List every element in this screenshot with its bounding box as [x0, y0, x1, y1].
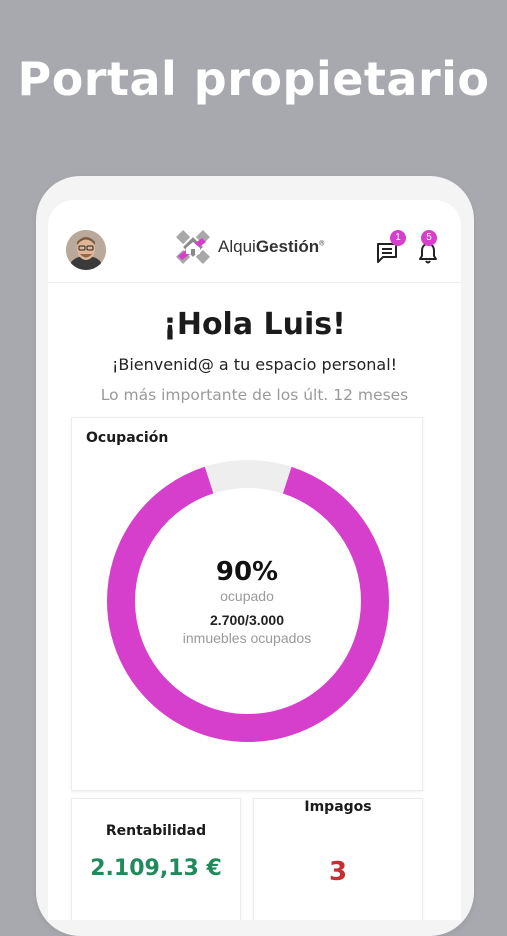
page-headline: Portal propietario — [17, 52, 490, 106]
rentabilidad-title: Rentabilidad — [105, 823, 207, 839]
app-screen: AlquiGestión® 1 5 ¡Hola Luis! ¡Bienvenid… — [48, 200, 461, 920]
occupancy-percent-label: ocupado — [220, 588, 274, 604]
logo-text-bold: Gestión — [255, 237, 320, 256]
impagos-value: 3 — [328, 857, 348, 887]
occupancy-percent: 90% — [215, 557, 279, 587]
messages-button[interactable]: 1 — [375, 230, 406, 265]
notifications-button[interactable]: 5 — [416, 230, 440, 265]
messages-badge: 1 — [390, 230, 406, 246]
phone-frame: AlquiGestión® 1 5 ¡Hola Luis! ¡Bienvenid… — [36, 176, 474, 936]
logo-text-light: Alqui — [218, 237, 256, 256]
impagos-card[interactable]: Impagos 3 — [253, 798, 423, 920]
app-logo: AlquiGestión® — [172, 226, 324, 268]
avatar[interactable] — [66, 230, 106, 270]
period-subtitle: Lo más importante de los últ. 12 meses — [100, 386, 409, 404]
impagos-title: Impagos — [304, 799, 372, 815]
logo-mark-icon — [176, 230, 210, 264]
occupancy-card[interactable]: Ocupación 90% ocupado 2.700/3.000 inmueb… — [71, 417, 423, 791]
logo-registered-mark: ® — [319, 240, 325, 248]
logo-wordmark: AlquiGestión® — [218, 237, 324, 257]
rentabilidad-value: 2.109,13 € — [90, 856, 222, 881]
greeting-title: ¡Hola Luis! — [163, 307, 346, 342]
notifications-badge: 5 — [421, 230, 437, 246]
user-avatar-image — [66, 230, 106, 270]
welcome-text: ¡Bienvenid@ a tu espacio personal! — [111, 355, 398, 374]
occupancy-count-label: inmuebles ocupados — [182, 630, 312, 646]
occupancy-count: 2.700/3.000 — [210, 612, 284, 628]
top-bar: AlquiGestión® 1 5 — [48, 200, 461, 283]
occupancy-title: Ocupación — [86, 430, 169, 446]
rentabilidad-card[interactable]: Rentabilidad 2.109,13 € — [71, 798, 241, 920]
